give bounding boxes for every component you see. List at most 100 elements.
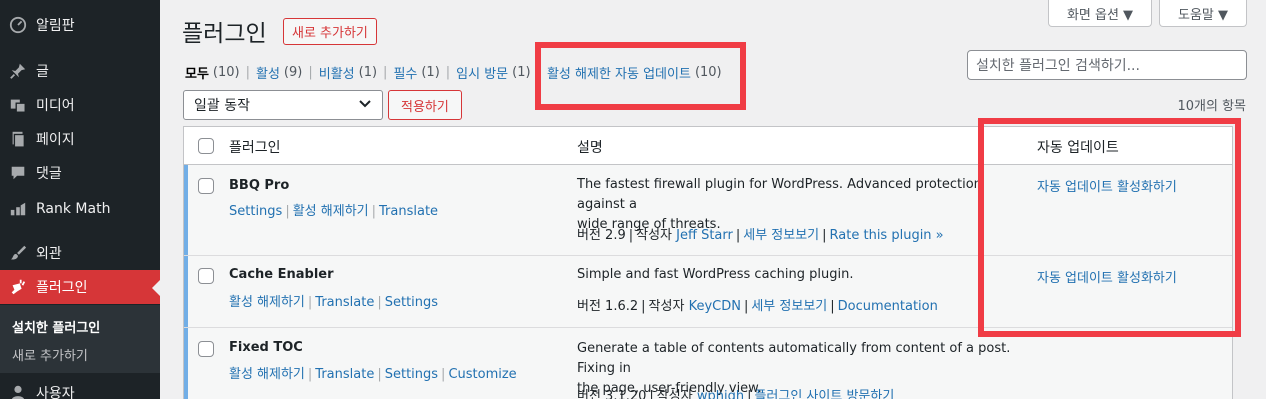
view-details-link[interactable]: 세부 정보보기 [751,299,827,314]
action-deactivate[interactable]: 활성 해제하기 [229,367,305,382]
author-link[interactable]: KeyCDN [689,299,741,314]
action-deactivate[interactable]: 활성 해제하기 [293,204,369,219]
action-separator: | [371,204,377,219]
menu-media[interactable]: 미디어 [0,88,160,122]
menu-dashboard[interactable]: 알림판 [0,8,160,42]
action-translate[interactable]: Translate [315,367,374,382]
menu-label: 플러그인 [36,280,88,296]
action-settings[interactable]: Settings [229,204,282,219]
meta-separator: | [628,228,634,243]
filter-count: (9) [283,65,303,80]
author-prefix: 작성자 [636,228,673,243]
documentation-link[interactable]: Documentation [838,299,938,314]
table-row: Fixed TOC 활성 해제하기 | Translate | Settings | Cus… [184,328,1232,399]
author-link[interactable]: wphigh [697,389,744,399]
meta-separator: | [822,228,827,243]
column-header-plugin[interactable]: 플러그인 [229,137,281,157]
meta-separator: | [747,389,752,399]
filter-inactive[interactable]: 비활성 [319,63,355,82]
menu-label: 댓글 [36,166,62,182]
menu-label: 페이지 [36,132,75,148]
add-new-plugin-button[interactable]: 새로 추가하기 [283,18,377,45]
menu-label: 외관 [36,246,62,262]
filter-mustuse[interactable]: 필수 [393,63,417,82]
author-link[interactable]: Jeff Starr [676,228,733,243]
action-translate[interactable]: Translate [379,204,438,219]
apply-button[interactable]: 적용하기 [388,90,462,120]
rankmath-icon [0,200,36,218]
comment-icon [0,164,36,182]
action-separator: | [307,295,313,310]
submenu-add-new[interactable]: 새로 추가하기 [12,345,88,364]
menu-appearance[interactable]: 외관 [0,236,160,270]
media-icon [0,96,36,114]
plugin-search-input[interactable]: 설치한 플러그인 검색하기... [967,50,1247,80]
row-actions: 활성 해제하기 | Translate | Settings | Customize [229,363,517,382]
plugin-meta: 버전 2.9 | 작성자 Jeff Starr | 세부 정보보기 | Rate this … [577,224,944,243]
menu-label: Rank Math [36,201,111,217]
bulk-action-value: 일괄 동작 [194,98,250,114]
filter-count: (1) [512,65,531,80]
row-checkbox[interactable] [198,268,214,284]
filter-count: (1) [421,65,440,80]
plugin-meta: 버전 1.6.2 | 작성자 KeyCDN | 세부 정보보기 | Documentatio… [577,295,938,314]
submenu-installed-plugins[interactable]: 설치한 플러그인 [12,317,100,336]
visit-plugin-site-link[interactable]: 플러그인 사이트 방문하기 [754,389,894,399]
row-checkbox[interactable] [198,341,214,357]
meta-separator: | [641,299,646,314]
active-indicator [184,328,188,399]
action-separator: | [307,367,313,382]
meta-separator: | [830,299,835,314]
plugin-version: 버전 1.6.2 [577,299,639,314]
plugin-description: Simple and fast WordPress caching plugin… [577,265,1017,285]
filter-count: (10) [212,65,240,80]
menu-label: 미디어 [36,98,75,114]
items-count: 10개의 항목 [1177,99,1246,114]
brush-icon [0,244,36,262]
select-all-checkbox[interactable] [198,138,214,154]
meta-separator: | [735,228,741,243]
filter-dropins[interactable]: 임시 방문 [456,63,508,82]
meta-separator: | [743,299,749,314]
filter-separator: | [308,65,313,80]
action-settings[interactable]: Settings [385,367,438,382]
row-checkbox[interactable] [198,178,214,194]
description-line: Simple and fast WordPress caching plugin… [577,267,854,282]
menu-plugins[interactable]: 플러그인 [0,270,160,304]
bulk-action-select[interactable]: 일괄 동작 [183,90,383,120]
user-icon [0,384,36,399]
description-line: The fastest firewall plugin for WordPres… [577,177,982,212]
menu-users[interactable]: 사용자 [0,376,160,399]
row-actions: Settings | 활성 해제하기 | Translate [229,200,438,219]
plugins-submenu: 설치한 플러그인 새로 추가하기 [0,305,160,373]
menu-label: 글 [36,64,49,80]
filter-count: (1) [358,65,378,80]
menu-rankmath[interactable]: Rank Math [0,192,160,226]
action-settings[interactable]: Settings [385,295,438,310]
dashboard-icon [0,16,36,34]
page-title: 플러그인 [182,21,267,47]
admin-sidebar: 알림판 글 미디어 페이지 댓글 Rank Math 외관 플러그인 설치한 플… [0,0,160,399]
plugin-name: BBQ Pro [229,178,290,193]
filter-active[interactable]: 활성 [256,63,280,82]
column-header-description: 설명 [577,140,603,156]
action-customize[interactable]: Customize [448,367,516,382]
menu-pages[interactable]: 페이지 [0,122,160,156]
help-button[interactable]: 도움말 ▼ [1159,0,1247,27]
description-line: Generate a table of contents automatical… [577,341,1011,376]
action-deactivate[interactable]: 활성 해제하기 [229,295,305,310]
plugin-name: Fixed TOC [229,340,303,355]
menu-posts[interactable]: 글 [0,54,160,88]
author-prefix: 작성자 [656,389,693,399]
action-separator: | [441,367,446,382]
menu-comments[interactable]: 댓글 [0,156,160,190]
view-details-link[interactable]: 세부 정보보기 [743,228,819,243]
action-translate[interactable]: Translate [315,295,374,310]
active-indicator [184,256,188,327]
plugin-version: 버전 2.9 [577,228,626,243]
filter-all[interactable]: 모두 [185,63,209,82]
rate-plugin-link[interactable]: Rate this plugin » [830,228,944,243]
filter-separator: | [245,65,250,80]
highlight-box-filter [535,42,746,110]
screen-options-button[interactable]: 화면 옵션 ▼ [1048,0,1152,27]
